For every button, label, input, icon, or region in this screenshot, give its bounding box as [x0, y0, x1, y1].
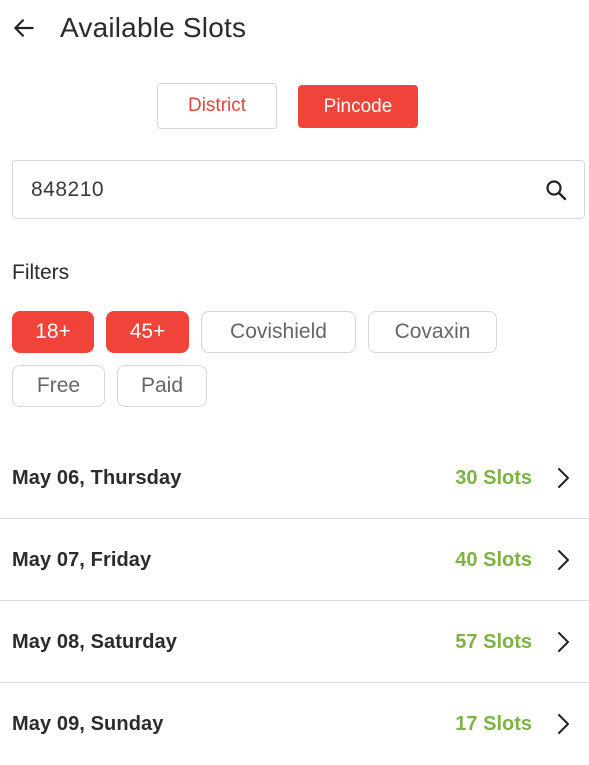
filter-chip-covishield[interactable]: Covishield — [201, 311, 356, 353]
back-button[interactable] — [8, 12, 40, 44]
slot-count: 17 Slots — [455, 713, 532, 735]
chevron-right-icon — [553, 712, 573, 736]
search-button[interactable] — [542, 176, 570, 204]
pincode-input-value[interactable]: 848210 — [31, 161, 104, 218]
slot-row[interactable]: May 07, Friday 40 Slots — [0, 519, 589, 601]
slot-row[interactable]: May 06, Thursday 30 Slots — [0, 437, 589, 519]
slot-count: 57 Slots — [455, 631, 532, 653]
filter-chip-18-plus[interactable]: 18+ — [12, 311, 94, 353]
slot-date: May 08, Saturday — [12, 631, 178, 653]
chevron-right-icon — [553, 630, 573, 654]
slot-date: May 09, Sunday — [12, 713, 164, 735]
slot-row[interactable]: May 09, Sunday 17 Slots — [0, 683, 589, 765]
filter-chip-45-plus[interactable]: 45+ — [106, 311, 189, 353]
app-header: Available Slots — [0, 0, 589, 58]
filters-heading: Filters — [12, 261, 70, 284]
filter-chip-paid[interactable]: Paid — [117, 365, 207, 407]
filter-chip-free[interactable]: Free — [12, 365, 105, 407]
chevron-right-icon — [553, 548, 573, 572]
pincode-tab-button[interactable]: Pincode — [298, 85, 418, 128]
slot-count: 40 Slots — [455, 549, 532, 571]
filter-chip-covaxin[interactable]: Covaxin — [368, 311, 497, 353]
arrow-left-icon — [14, 19, 34, 37]
slot-date: May 06, Thursday — [12, 467, 182, 489]
page-title: Available Slots — [60, 12, 247, 43]
slot-row[interactable]: May 08, Saturday 57 Slots — [0, 601, 589, 683]
slot-date: May 07, Friday — [12, 549, 152, 571]
search-icon — [546, 180, 567, 201]
district-tab-button[interactable]: District — [157, 83, 277, 129]
pincode-search-field[interactable]: 848210 — [12, 160, 585, 219]
slot-count: 30 Slots — [455, 467, 532, 489]
chevron-right-icon — [553, 466, 573, 490]
